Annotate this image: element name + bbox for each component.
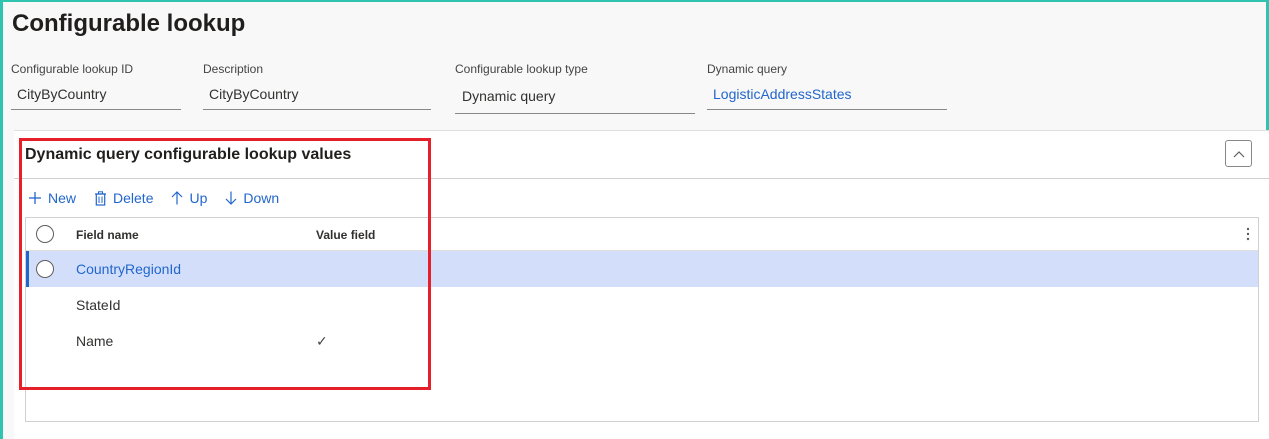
lookup-type-value[interactable]: Dynamic query xyxy=(455,88,695,114)
more-vertical-icon[interactable] xyxy=(1246,226,1250,242)
lookup-id-label: Configurable lookup ID xyxy=(11,62,134,76)
lookup-type-field: Configurable lookup type Dynamic query xyxy=(455,62,695,114)
description-label: Description xyxy=(203,62,264,76)
page-title: Configurable lookup xyxy=(12,10,246,37)
window-frame-top xyxy=(0,0,1269,2)
collapse-section-button[interactable] xyxy=(1225,140,1252,167)
description-input[interactable]: CityByCountry xyxy=(203,86,431,110)
description-field: Description CityByCountry xyxy=(203,62,431,110)
highlight-annotation-box xyxy=(19,138,431,390)
chevron-up-icon xyxy=(1233,150,1244,157)
lookup-id-input[interactable]: CityByCountry xyxy=(11,86,181,110)
dynamic-query-link[interactable]: LogisticAddressStates xyxy=(707,86,947,110)
lookup-id-field: Configurable lookup ID CityByCountry xyxy=(11,62,181,110)
lookup-type-label: Configurable lookup type xyxy=(455,62,588,76)
dynamic-query-field: Dynamic query LogisticAddressStates xyxy=(707,62,947,110)
dynamic-query-label: Dynamic query xyxy=(707,62,788,76)
window-frame-left xyxy=(0,0,3,439)
